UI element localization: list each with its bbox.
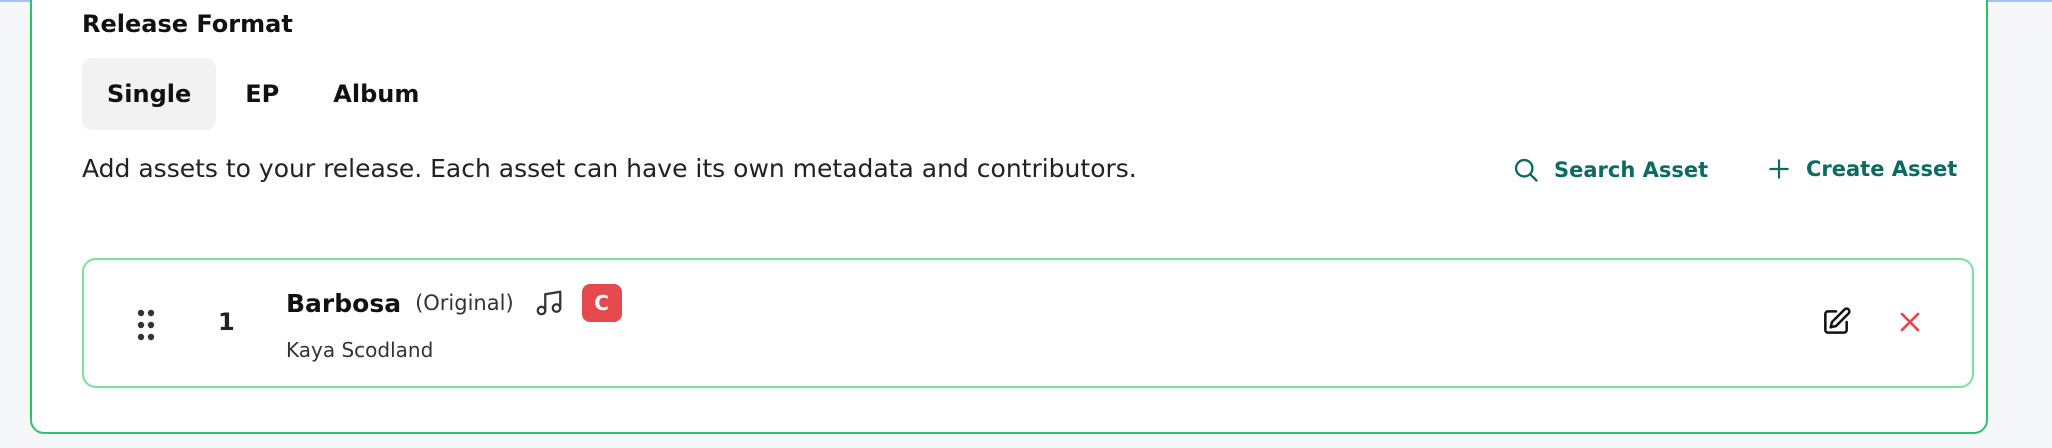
remove-asset-button[interactable] (1894, 306, 1926, 342)
close-icon (1900, 312, 1920, 332)
search-asset-label: Search Asset (1554, 158, 1709, 182)
asset-version: (Original) (415, 291, 514, 315)
asset-artist: Kaya Scodland (286, 338, 434, 362)
format-option-album[interactable]: Album (308, 58, 444, 130)
asset-index: 1 (218, 308, 235, 336)
release-format-title: Release Format (82, 10, 293, 38)
assets-helper-text: Add assets to your release. Each asset c… (82, 154, 1137, 183)
asset-heading: Barbosa (Original) C (286, 284, 622, 322)
plus-icon (1769, 159, 1789, 179)
asset-title: Barbosa (286, 288, 402, 318)
format-option-ep[interactable]: EP (220, 58, 304, 130)
release-format-selector: Single EP Album (82, 58, 444, 130)
release-card: Release Format Single EP Album Add asset… (30, 0, 1988, 434)
clean-badge: C (581, 284, 622, 322)
search-asset-button[interactable]: Search Asset (1512, 156, 1708, 184)
edit-icon (1824, 307, 1851, 334)
music-note-icon (536, 290, 562, 316)
asset-row: 1 Barbosa (Original) C Kaya Scodland (82, 258, 1974, 388)
drag-handle-icon[interactable] (136, 308, 156, 346)
search-icon (1514, 158, 1538, 182)
edit-asset-button[interactable] (1820, 306, 1852, 342)
create-asset-label: Create Asset (1806, 157, 1958, 181)
format-option-single[interactable]: Single (82, 58, 217, 130)
create-asset-button[interactable]: Create Asset (1766, 156, 1957, 182)
